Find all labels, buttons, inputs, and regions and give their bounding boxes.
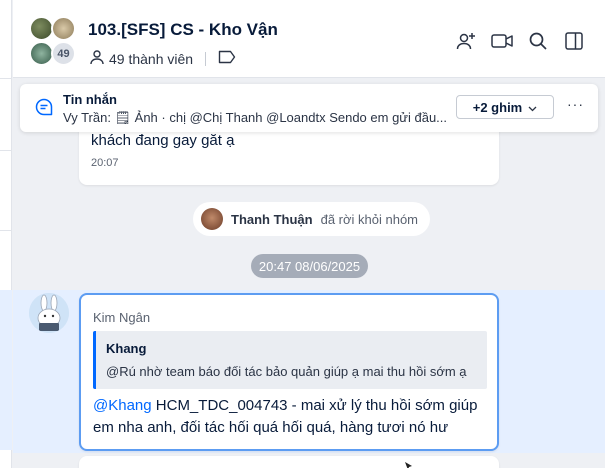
sidebar-toggle-icon[interactable] bbox=[563, 30, 585, 52]
chat-bubble-icon bbox=[34, 97, 54, 122]
member-count[interactable]: 49 thành viên bbox=[109, 51, 193, 67]
system-notice: Thanh Thuận đã rời khỏi nhóm bbox=[193, 202, 431, 236]
quote-text: @Rú nhờ team báo đối tác bảo quản giúp ạ… bbox=[106, 364, 467, 379]
more-options-icon[interactable]: ··· bbox=[567, 96, 584, 112]
date-separator: 20:47 08/06/2025 bbox=[251, 254, 368, 278]
user-icon bbox=[89, 49, 105, 68]
message-text: @Khang HCM_TDC_004743 - mai xử lý thu hồ… bbox=[93, 395, 489, 439]
message-text: khách đang gay găt ạ bbox=[91, 132, 235, 149]
list-divider bbox=[0, 150, 12, 151]
quote-sender-name: Khang bbox=[106, 341, 147, 356]
conversation-list-edge bbox=[0, 0, 12, 468]
group-title[interactable]: 103.[SFS] CS - Kho Vận bbox=[88, 20, 278, 40]
add-member-icon[interactable] bbox=[455, 30, 477, 52]
pinned-preview[interactable]: Vy Trần: 🗒 Ảnh · chị @Chị Thanh @Loandtx… bbox=[63, 110, 448, 126]
message-bubble-selected[interactable]: Kim Ngân Khang @Rú nhờ team báo đối tác … bbox=[79, 293, 499, 451]
divider bbox=[205, 51, 207, 66]
group-avatar[interactable]: 49 bbox=[29, 16, 79, 66]
member-avatar bbox=[51, 16, 76, 41]
more-pins-button[interactable]: +2 ghim bbox=[456, 95, 554, 119]
search-icon[interactable] bbox=[527, 30, 549, 52]
avatar[interactable] bbox=[29, 293, 69, 333]
list-item-highlight bbox=[0, 290, 12, 450]
message-bubble[interactable] bbox=[79, 456, 499, 468]
pinned-messages-bar[interactable]: Tin nhắn Vy Trần: 🗒 Ảnh · chị @Chị Thanh… bbox=[20, 84, 598, 132]
member-info: 49 thành viên bbox=[89, 49, 236, 68]
message-body: HCM_TDC_004743 - mai xử lý thu hồi sớm g… bbox=[93, 397, 478, 436]
chat-header: 49 103.[SFS] CS - Kho Vận 49 thành viên bbox=[13, 0, 605, 78]
mention-link[interactable]: @Khang bbox=[93, 397, 152, 414]
member-count-avatar: 49 bbox=[51, 41, 76, 66]
mouse-cursor-icon bbox=[405, 462, 413, 468]
more-pins-label: +2 ghim bbox=[472, 99, 523, 115]
sender-name[interactable]: Kim Ngân bbox=[93, 310, 150, 325]
notice-action: đã rời khỏi nhóm bbox=[320, 211, 419, 227]
avatar[interactable] bbox=[201, 208, 223, 230]
chevron-down-icon bbox=[528, 100, 537, 115]
tag-icon[interactable] bbox=[218, 50, 236, 67]
list-divider bbox=[0, 78, 12, 79]
list-divider bbox=[0, 230, 12, 231]
notice-user-name[interactable]: Thanh Thuận bbox=[231, 212, 313, 227]
pinned-title: Tin nhắn bbox=[63, 92, 117, 107]
video-call-icon[interactable] bbox=[491, 30, 513, 52]
message-time: 20:07 bbox=[91, 157, 119, 169]
quoted-message[interactable]: Khang @Rú nhờ team báo đối tác bảo quản … bbox=[93, 331, 487, 389]
